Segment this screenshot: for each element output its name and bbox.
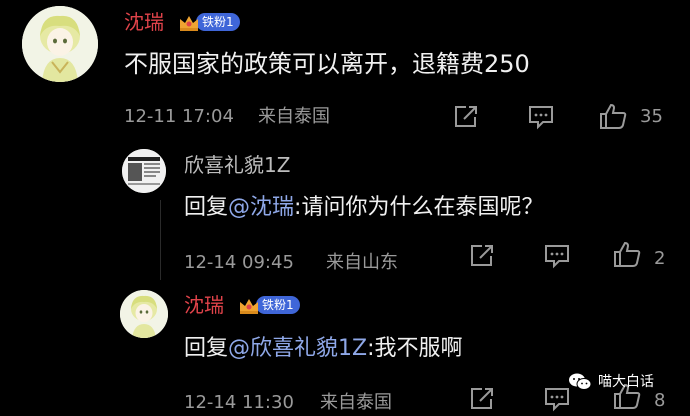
crown-icon bbox=[238, 296, 258, 314]
avatar[interactable] bbox=[120, 290, 168, 338]
thread-line bbox=[160, 200, 161, 280]
avatar-anime-character-icon bbox=[120, 290, 168, 338]
fan-badge-label: 铁粉1 bbox=[196, 13, 240, 31]
reply-text: 回复@沈瑞:请问你为什么在泰国呢？ bbox=[184, 193, 543, 223]
like-icon[interactable] bbox=[612, 240, 642, 272]
wechat-logo-icon bbox=[568, 372, 592, 392]
comment-text: 不服国家的政策可以离开，退籍费250 bbox=[124, 50, 530, 78]
reply-content: :我不服啊 bbox=[367, 336, 463, 361]
share-icon[interactable] bbox=[452, 104, 480, 134]
fan-badge: 铁粉1 bbox=[178, 11, 240, 33]
reply-location: 来自山东 bbox=[326, 252, 398, 273]
reply-content: :请问你为什么在泰国呢？ bbox=[294, 195, 544, 220]
reply-time: 12-14 11:30 bbox=[184, 392, 294, 413]
comment-icon[interactable] bbox=[543, 386, 571, 416]
comment-time: 12-11 17:04 bbox=[124, 106, 234, 127]
share-icon[interactable] bbox=[468, 243, 496, 273]
comment-location: 来自泰国 bbox=[258, 106, 330, 127]
reply-username[interactable]: 沈瑞 bbox=[184, 293, 224, 317]
like-count: 35 bbox=[640, 106, 663, 127]
avatar-newspaper-icon bbox=[122, 149, 166, 193]
reply-location: 来自泰国 bbox=[320, 392, 392, 413]
reply-username[interactable]: 欣喜礼貌1Z bbox=[184, 153, 290, 177]
like-count: 8 bbox=[654, 390, 666, 411]
share-icon[interactable] bbox=[468, 386, 496, 416]
reply-text: 回复@欣喜礼貌1Z:我不服啊 bbox=[184, 334, 463, 364]
avatar[interactable] bbox=[122, 149, 166, 193]
fan-badge-label: 铁粉1 bbox=[256, 296, 300, 314]
reply-prefix: 回复 bbox=[184, 195, 229, 220]
watermark-text: 喵大白话 bbox=[598, 374, 654, 390]
like-count: 2 bbox=[654, 248, 666, 269]
fan-badge: 铁粉1 bbox=[238, 294, 300, 316]
crown-icon bbox=[178, 13, 198, 31]
avatar[interactable] bbox=[22, 6, 98, 82]
reply-prefix: 回复 bbox=[184, 336, 229, 361]
like-icon[interactable] bbox=[598, 102, 628, 134]
avatar-anime-character-icon bbox=[22, 6, 98, 82]
reply-mention[interactable]: @沈瑞 bbox=[228, 195, 294, 220]
reply-time: 12-14 09:45 bbox=[184, 252, 294, 273]
comment-username[interactable]: 沈瑞 bbox=[124, 10, 164, 34]
comment-icon[interactable] bbox=[527, 104, 555, 134]
comment-icon[interactable] bbox=[543, 243, 571, 273]
watermark: 喵大白话 bbox=[568, 372, 654, 392]
reply-mention[interactable]: @欣喜礼貌1Z bbox=[228, 336, 367, 361]
